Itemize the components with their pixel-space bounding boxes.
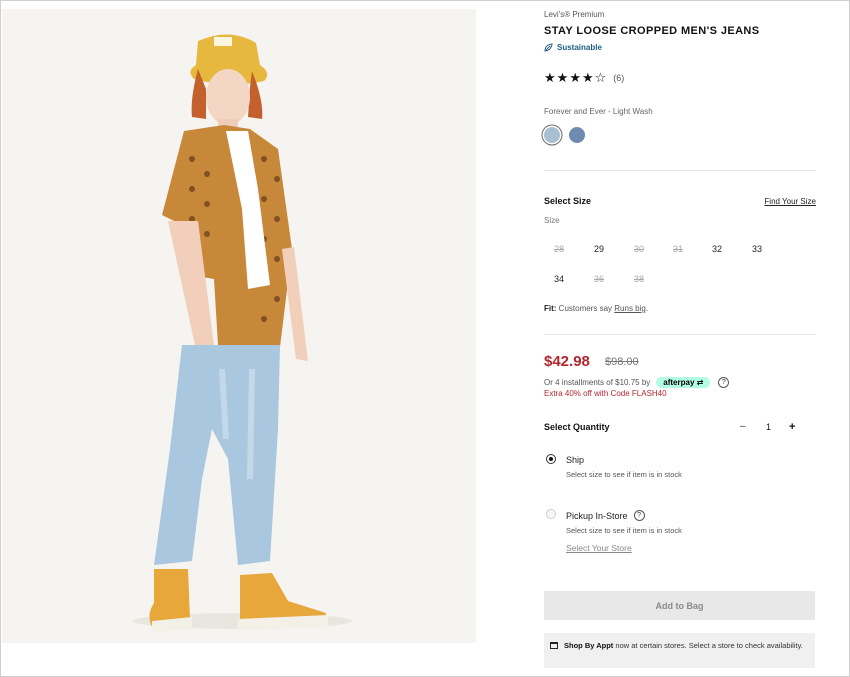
pickup-label: Pickup In-Store — [566, 510, 628, 521]
quantity-decrease-button[interactable]: – — [740, 421, 746, 432]
original-price: $98.00 — [605, 356, 639, 368]
installments-text: Or 4 installments of $10.75 by — [544, 378, 651, 387]
select-size-heading: Select Size — [544, 196, 592, 206]
sale-price: $42.98 — [544, 353, 590, 370]
brand-name: Levi's® Premium — [544, 10, 605, 19]
pickup-option-label[interactable]: Pickup In-Store ? — [566, 510, 645, 521]
fit-text: Customers say — [558, 304, 613, 313]
afterpay-logo[interactable]: afterpay ⇄ — [656, 377, 711, 388]
ship-radio[interactable] — [546, 454, 556, 464]
product-image[interactable] — [2, 9, 476, 643]
size-option[interactable]: 32 — [702, 244, 732, 254]
sustainable-badge[interactable]: Sustainable — [544, 43, 602, 52]
color-swatch-light-wash[interactable] — [544, 127, 560, 143]
promo-code-text: Extra 40% off with Code FLASH40 — [544, 389, 667, 398]
selected-color-name: Forever and Ever - Light Wash — [544, 107, 653, 116]
appointment-text: now at certain stores. Select a store to… — [613, 641, 803, 650]
color-swatch-medium-wash[interactable] — [569, 127, 585, 143]
calendar-icon — [550, 642, 558, 649]
sustainable-label: Sustainable — [557, 43, 602, 52]
quantity-increase-button[interactable]: + — [789, 421, 795, 433]
appointment-bold[interactable]: Shop By Appt — [564, 641, 613, 650]
pickup-radio[interactable] — [546, 509, 556, 519]
size-option[interactable]: 36 — [584, 274, 614, 284]
ship-option-label[interactable]: Ship — [566, 455, 584, 465]
product-title: STAY LOOSE CROPPED MEN'S JEANS — [544, 25, 760, 37]
leaf-icon — [544, 43, 553, 52]
shop-by-appointment-banner: Shop By Appt now at certain stores. Sele… — [544, 633, 815, 668]
fit-runs-big-link[interactable]: Runs big — [614, 304, 646, 313]
pickup-help-icon[interactable]: ? — [633, 510, 645, 521]
divider — [544, 334, 816, 335]
model-illustration — [2, 9, 476, 643]
size-option[interactable]: 31 — [663, 244, 693, 254]
size-option[interactable]: 34 — [544, 274, 574, 284]
size-option[interactable]: 38 — [624, 274, 654, 284]
product-rating[interactable]: ★ ★ ★ ★ ☆ (6) — [544, 70, 624, 86]
fit-end: . — [645, 304, 649, 313]
star-empty-icon: ☆ — [594, 70, 607, 85]
size-option[interactable]: 33 — [742, 244, 772, 254]
quantity-value: 1 — [766, 422, 772, 432]
fit-note: Fit: Customers say Runs big. — [544, 304, 648, 313]
size-option[interactable]: 30 — [624, 244, 654, 254]
select-your-store-link[interactable]: Select Your Store — [566, 543, 632, 553]
add-to-bag-button[interactable]: Add to Bag — [544, 591, 815, 620]
fit-label: Fit: — [544, 304, 557, 313]
ship-label: Ship — [566, 455, 585, 465]
installments-info: Or 4 installments of $10.75 by afterpay … — [544, 377, 730, 388]
divider — [544, 170, 816, 171]
pickup-stock-note: Select size to see if item is in stock — [566, 526, 682, 535]
size-caption: Size — [544, 216, 560, 225]
star-icon: ★ — [581, 70, 594, 85]
star-icon: ★ — [556, 70, 569, 85]
star-icon: ★ — [544, 70, 556, 85]
afterpay-label: afterpay — [663, 378, 695, 387]
star-icon: ★ — [569, 70, 581, 85]
review-count[interactable]: (6) — [613, 73, 624, 83]
size-option[interactable]: 28 — [544, 244, 574, 254]
size-option[interactable]: 29 — [584, 244, 614, 254]
find-your-size-link[interactable]: Find Your Size — [764, 197, 816, 206]
help-icon[interactable]: ? — [718, 377, 730, 388]
quantity-label: Select Quantity — [544, 422, 610, 432]
ship-stock-note: Select size to see if item is in stock — [566, 470, 682, 479]
